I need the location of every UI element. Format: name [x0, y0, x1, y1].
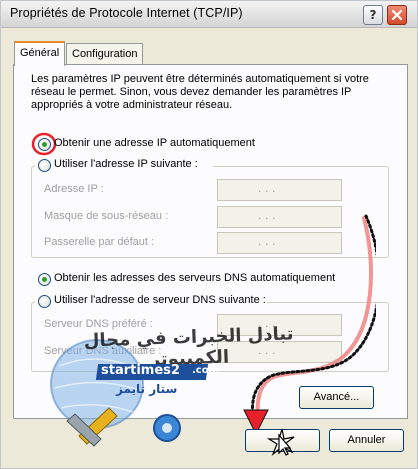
ip-auto-label[interactable]: Obtenir une adresse IP automatiquement	[54, 137, 255, 149]
tab-general[interactable]: Général	[14, 41, 66, 66]
tcpip-properties-dialog: Propriétés de Protocole Internet (TCP/IP…	[0, 0, 418, 469]
cancel-button[interactable]: Annuler	[329, 429, 404, 452]
description-text: Les paramètres IP peuvent être déterminé…	[31, 73, 369, 111]
help-button[interactable]: ?	[363, 5, 383, 25]
tab-alternate-configuration[interactable]: Configuration alternative	[66, 43, 144, 80]
watermark-site-sub: ستار تايمز	[116, 382, 178, 396]
close-button[interactable]	[387, 5, 407, 25]
ip-address-label: Adresse IP :	[44, 183, 104, 195]
annotation-arrow-path	[243, 214, 376, 436]
dns-manual-radio[interactable]	[38, 295, 51, 308]
cursor-icon	[267, 428, 295, 456]
watermark-site-name: startimes2	[101, 363, 180, 378]
ip-manual-label[interactable]: Utiliser l'adresse IP suivante :	[54, 158, 198, 170]
ip-auto-radio[interactable]	[38, 138, 51, 151]
default-gateway-label: Passerelle par défaut :	[44, 236, 155, 248]
watermark-site-domain: .com	[192, 365, 220, 376]
subnet-mask-label: Masque de sous-réseau :	[44, 210, 169, 222]
window-title: Propriétés de Protocole Internet (TCP/IP…	[10, 6, 243, 20]
ip-address-field[interactable]: . . .	[217, 179, 342, 201]
dns-manual-label[interactable]: Utiliser l'adresse de serveur DNS suivan…	[54, 294, 266, 306]
dns-auto-radio[interactable]	[38, 273, 51, 286]
close-icon	[391, 9, 403, 21]
title-bar[interactable]: Propriétés de Protocole Internet (TCP/IP…	[1, 1, 417, 28]
ip-manual-radio[interactable]	[38, 159, 51, 172]
